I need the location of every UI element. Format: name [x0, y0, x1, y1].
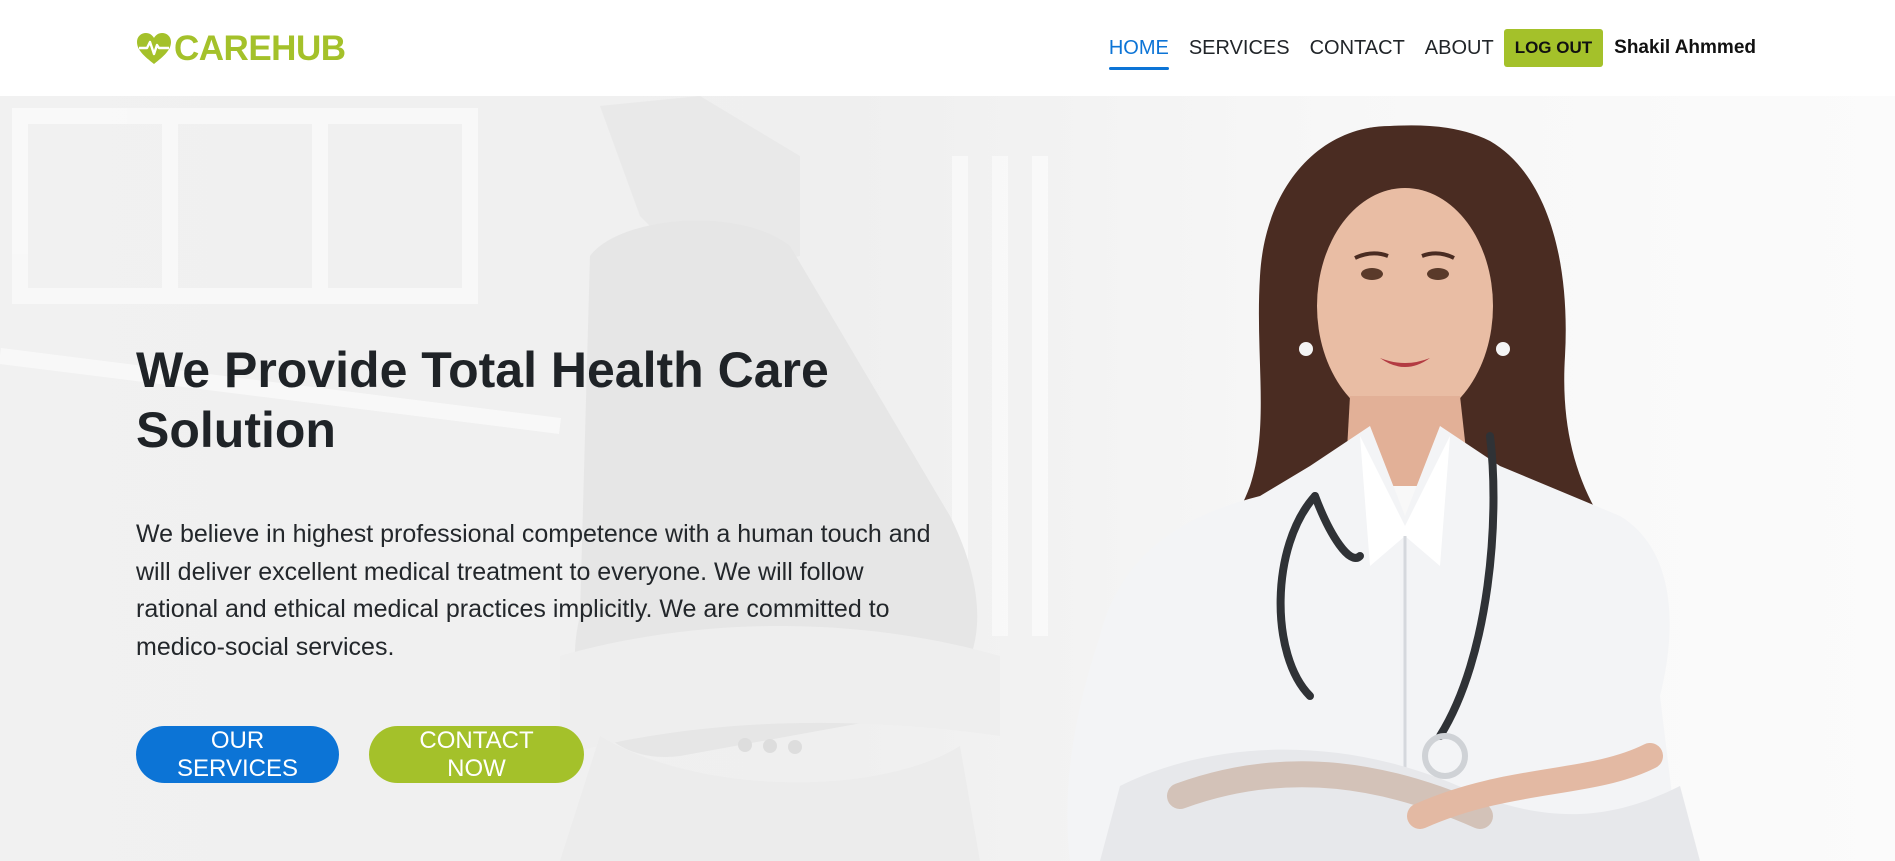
- brand-logo[interactable]: CAREHUB: [136, 26, 346, 72]
- logout-button[interactable]: LOG OUT: [1503, 29, 1604, 67]
- nav-services[interactable]: SERVICES: [1179, 30, 1300, 66]
- nav-home[interactable]: HOME: [1099, 30, 1179, 70]
- navbar: CAREHUB HOME SERVICES CONTACT ABOUT LOG …: [0, 0, 1895, 96]
- brand-name: CAREHUB: [174, 29, 346, 68]
- heart-pulse-icon: [137, 33, 171, 64]
- hero-section: We Provide Total Health Care Solution We…: [0, 96, 1895, 861]
- user-name: Shakil Ahmmed: [1614, 37, 1756, 58]
- doctor-image: [1067, 125, 1700, 861]
- main-nav: HOME SERVICES CONTACT ABOUT LOG OUT Shak…: [1099, 28, 1756, 70]
- contact-now-button[interactable]: CONTACT NOW: [369, 726, 584, 783]
- our-services-button[interactable]: OUR SERVICES: [136, 726, 339, 783]
- hero-description: We believe in highest professional compe…: [136, 520, 931, 661]
- nav-contact[interactable]: CONTACT: [1300, 30, 1415, 66]
- dental-chair-shape: [560, 96, 1000, 861]
- doctor-coat: [1067, 426, 1700, 861]
- nav-about[interactable]: ABOUT: [1415, 30, 1504, 66]
- hero-title: We Provide Total Health Care Solution: [136, 342, 829, 458]
